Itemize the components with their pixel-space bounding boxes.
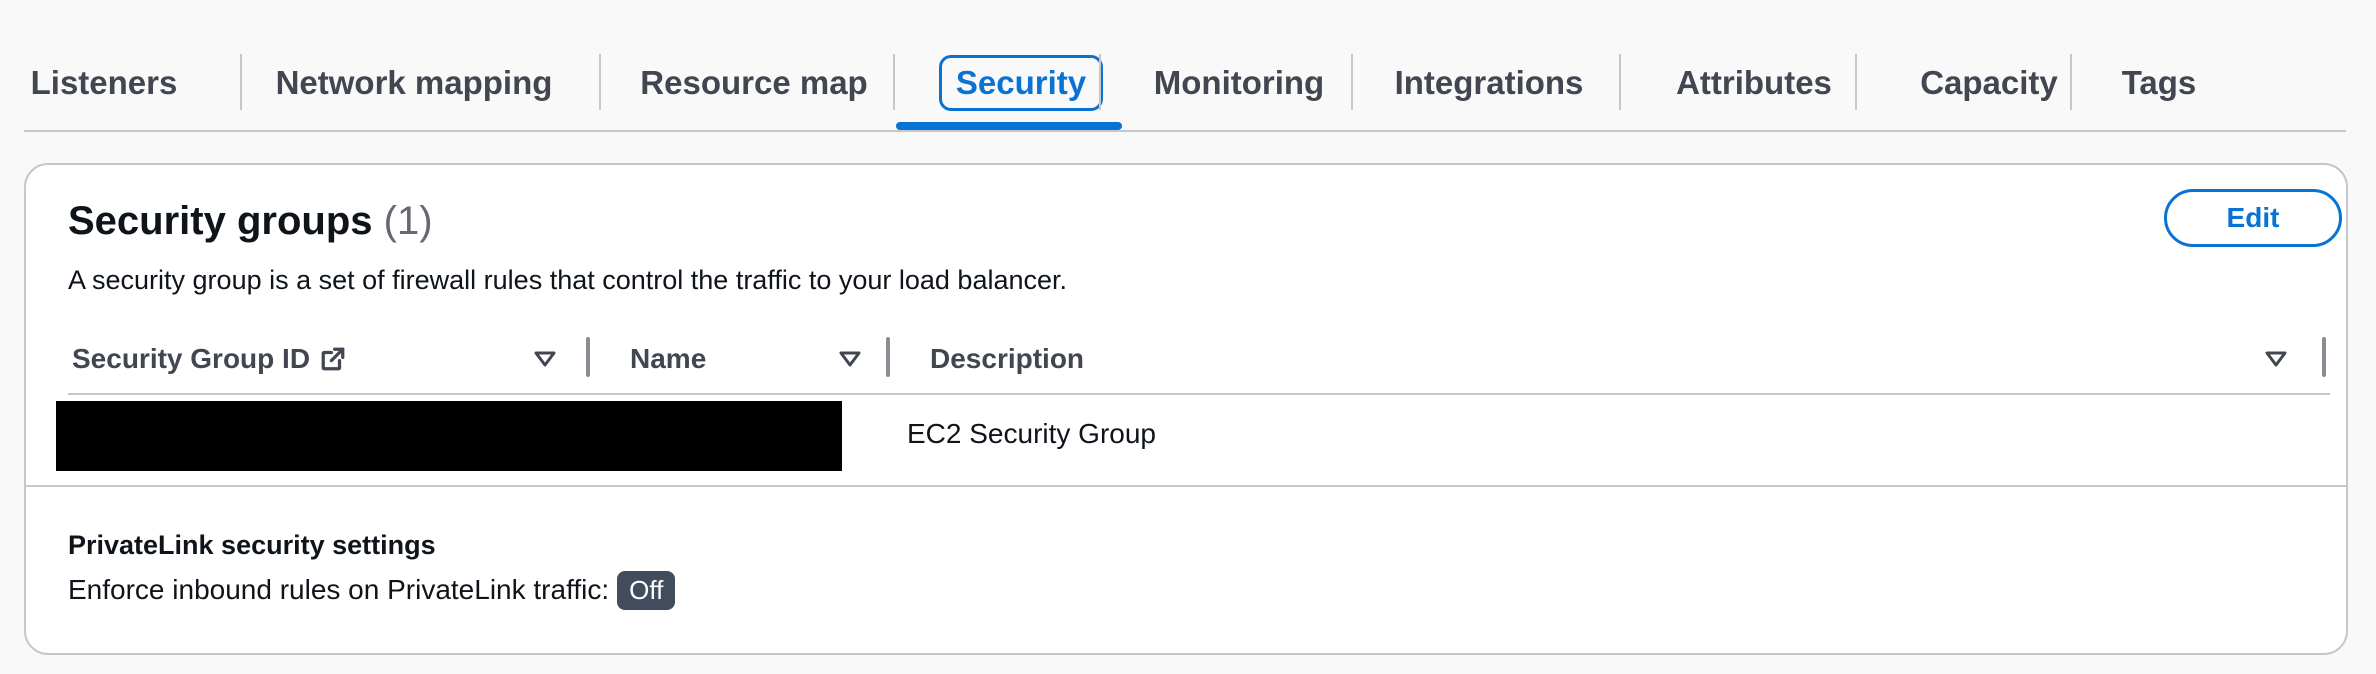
column-header-label: Description <box>930 343 1085 374</box>
tab-label: Attributes <box>1676 64 1832 101</box>
column-header-label: Name <box>630 343 707 374</box>
edit-button[interactable]: Edit <box>2164 189 2342 247</box>
privatelink-setting-label: Enforce inbound rules on PrivateLink tra… <box>68 574 610 605</box>
tab-label: Resource map <box>640 64 868 101</box>
tab-attributes[interactable]: Attributes <box>1644 50 1864 116</box>
tab-label: Integrations <box>1394 64 1584 101</box>
tab-separator <box>1351 54 1353 110</box>
tab-tags[interactable]: Tags <box>2094 50 2224 116</box>
table-cell-description: EC2 Security Group <box>907 418 1156 449</box>
tab-label: Listeners <box>30 64 178 101</box>
column-resizer[interactable] <box>886 337 890 377</box>
panel-title-text: Security groups <box>68 199 373 243</box>
privatelink-section-title: PrivateLink security settings <box>68 530 436 560</box>
column-header-name[interactable]: Name <box>630 325 706 393</box>
panel-title: Security groups (1) <box>68 199 433 244</box>
panel-description: A security group is a set of firewall ru… <box>68 265 1068 295</box>
sort-down-icon[interactable] <box>533 347 557 371</box>
security-groups-panel: Security groups (1) A security group is … <box>24 163 2348 655</box>
tab-integrations[interactable]: Integrations <box>1374 50 1604 116</box>
tab-monitoring[interactable]: Monitoring <box>1124 50 1354 116</box>
tab-listeners[interactable]: Listeners <box>24 50 184 116</box>
tab-bar: Listeners Network mapping Resource map S… <box>24 50 2346 132</box>
tab-separator <box>599 54 601 110</box>
tab-separator <box>240 54 242 110</box>
tab-label: Tags <box>2121 64 2197 101</box>
active-tab-indicator <box>896 122 1122 130</box>
tab-network-mapping[interactable]: Network mapping <box>264 50 564 116</box>
tab-separator <box>2070 54 2072 110</box>
redacted-cell <box>56 401 842 471</box>
sort-down-icon[interactable] <box>2264 347 2288 371</box>
tab-separator <box>1855 54 1857 110</box>
column-header-label: Security Group ID <box>72 343 311 374</box>
table-header: Security Group ID Name Description <box>68 325 2330 395</box>
tab-label: Capacity <box>1920 64 2058 101</box>
tab-separator <box>893 54 895 110</box>
sort-down-icon[interactable] <box>838 347 862 371</box>
tab-security[interactable]: Security <box>920 50 1122 116</box>
tab-label: Monitoring <box>1153 64 1325 101</box>
tab-capacity[interactable]: Capacity <box>1879 50 2099 116</box>
column-header-description[interactable]: Description <box>930 325 1084 393</box>
column-header-security-group-id[interactable]: Security Group ID <box>72 325 346 393</box>
column-resizer[interactable] <box>586 337 590 377</box>
table-row: EC2 Security Group <box>26 395 2346 487</box>
tab-resource-map[interactable]: Resource map <box>624 50 884 116</box>
status-badge: Off <box>617 570 676 610</box>
security-group-count: (1) <box>383 199 433 243</box>
tab-label: Network mapping <box>275 64 553 101</box>
external-link-icon <box>320 346 346 372</box>
privatelink-setting: Enforce inbound rules on PrivateLink tra… <box>68 569 676 611</box>
tab-label: Security <box>938 55 1104 111</box>
tab-separator <box>1099 54 1101 110</box>
column-resizer[interactable] <box>2322 337 2326 377</box>
tab-separator <box>1619 54 1621 110</box>
